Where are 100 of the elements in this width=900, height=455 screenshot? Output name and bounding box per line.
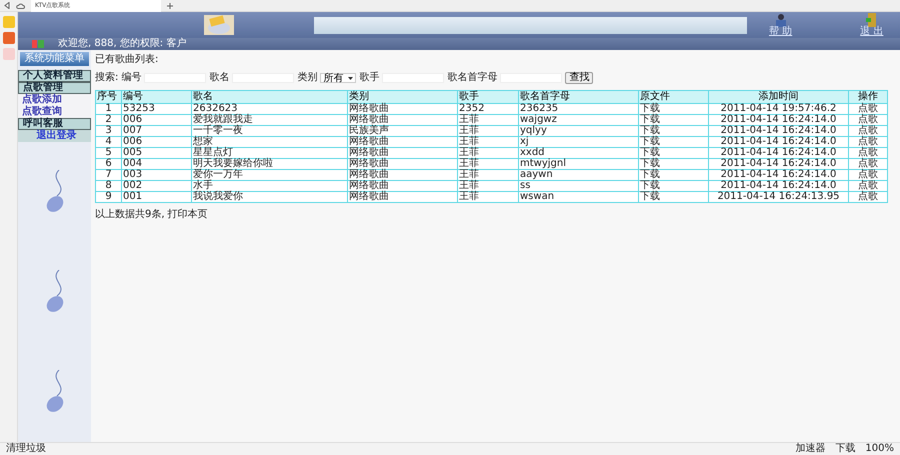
category-select[interactable]: 所有 xyxy=(320,73,356,83)
table-cell: 2011-04-14 16:24:14.0 xyxy=(708,148,848,158)
download-link[interactable]: 下载 xyxy=(638,158,708,170)
order-link[interactable]: 点歌 xyxy=(848,136,888,148)
column-header: 歌手 xyxy=(458,90,518,104)
person-icon xyxy=(774,13,787,27)
column-header: 编号 xyxy=(122,90,192,104)
table-cell: aaywn xyxy=(518,170,638,180)
column-header: 操作 xyxy=(848,90,888,104)
table-cell: 2632623 xyxy=(192,104,348,114)
table-cell: 王菲 xyxy=(458,114,518,126)
order-link[interactable]: 点歌 xyxy=(848,192,888,202)
order-link[interactable]: 点歌 xyxy=(848,158,888,170)
table-cell: 2011-04-14 16:24:14.0 xyxy=(708,136,848,148)
column-header: 歌名 xyxy=(192,90,348,104)
table-cell: 7 xyxy=(96,170,122,180)
table-cell: xj xyxy=(518,136,638,148)
table-cell: 网络歌曲 xyxy=(348,192,458,202)
order-link[interactable]: 点歌 xyxy=(848,126,888,136)
table-cell: 003 xyxy=(122,170,192,180)
table-cell: 006 xyxy=(122,114,192,126)
table-cell: 002 xyxy=(122,180,192,192)
table-cell: 006 xyxy=(122,136,192,148)
search-label: 搜索: xyxy=(95,72,118,84)
status-item[interactable]: 100% xyxy=(865,443,894,455)
table-cell: 想家 xyxy=(192,136,348,148)
table-cell: 2011-04-14 19:57:46.2 xyxy=(708,104,848,114)
download-link[interactable]: 下载 xyxy=(638,180,708,192)
menu-item[interactable]: 点歌查询 xyxy=(18,106,91,118)
table-cell: 一千零一夜 xyxy=(192,126,348,136)
table-cell: 王菲 xyxy=(458,148,518,158)
table-cell: 2 xyxy=(96,114,122,126)
table-cell: 004 xyxy=(122,158,192,170)
table-cell: 4 xyxy=(96,136,122,148)
table-cell: 王菲 xyxy=(458,126,518,136)
table-cell: 爱你一万年 xyxy=(192,170,348,180)
find-button[interactable]: 查找 xyxy=(565,72,594,84)
table-cell: 王菲 xyxy=(458,136,518,148)
table-cell: 网络歌曲 xyxy=(348,136,458,148)
table-cell: 2011-04-14 16:24:13.95 xyxy=(708,192,848,202)
menu-item[interactable]: 退出登录 xyxy=(18,130,91,142)
table-cell: 8 xyxy=(96,180,122,192)
table-cell: 明天我要嫁给你啦 xyxy=(192,158,348,170)
table-cell: 2011-04-14 16:24:14.0 xyxy=(708,170,848,180)
download-link[interactable]: 下载 xyxy=(638,136,708,148)
table-cell: 王菲 xyxy=(458,158,518,170)
column-header: 歌名首字母 xyxy=(518,90,638,104)
new-tab-icon[interactable] xyxy=(167,2,173,8)
table-cell: 1 xyxy=(96,104,122,114)
table-cell: 网络歌曲 xyxy=(348,104,458,114)
order-link[interactable]: 点歌 xyxy=(848,104,888,114)
order-link[interactable]: 点歌 xyxy=(848,114,888,126)
order-link[interactable]: 点歌 xyxy=(848,180,888,192)
table-cell: mtwyjgnl xyxy=(518,158,638,170)
page-title: 已有歌曲列表: xyxy=(95,54,160,66)
menu-item[interactable]: 个人资料管理 xyxy=(18,70,91,82)
status-item[interactable]: 加速器 xyxy=(795,443,826,455)
table-cell: 9 xyxy=(96,192,122,202)
table-cell: 2011-04-14 16:24:14.0 xyxy=(708,126,848,136)
table-cell: 王菲 xyxy=(458,180,518,192)
table-cell: xxdd xyxy=(518,148,638,158)
cloud-icon[interactable] xyxy=(16,2,25,8)
column-header: 原文件 xyxy=(638,90,708,104)
column-header: 类别 xyxy=(348,90,458,104)
field-label: 编号 xyxy=(121,72,142,84)
table-cell: 6 xyxy=(96,158,122,170)
table-cell: 001 xyxy=(122,192,192,202)
help-link[interactable]: 帮 助 xyxy=(769,27,792,37)
menu-item[interactable]: 呼叫客服 xyxy=(18,118,91,130)
table-cell: 网络歌曲 xyxy=(348,170,458,180)
table-cell: wswan xyxy=(518,192,638,202)
table-cell: 星星点灯 xyxy=(192,148,348,158)
table-cell: 005 xyxy=(122,148,192,158)
order-link[interactable]: 点歌 xyxy=(848,148,888,158)
status-item[interactable]: 下载 xyxy=(835,443,856,455)
download-link[interactable]: 下载 xyxy=(638,104,708,114)
table-cell: 2011-04-14 16:24:14.0 xyxy=(708,158,848,170)
menu-item[interactable]: 点歌管理 xyxy=(18,82,91,94)
order-link[interactable]: 点歌 xyxy=(848,170,888,180)
table-cell: 民族美声 xyxy=(348,126,458,136)
menu-item[interactable]: 点歌添加 xyxy=(18,94,91,106)
table-cell: 5 xyxy=(96,148,122,158)
menu-title: 系统功能菜单 xyxy=(20,52,89,66)
table-cell: 网络歌曲 xyxy=(348,158,458,170)
column-header: 序号 xyxy=(96,90,122,104)
table-cell: 王菲 xyxy=(458,170,518,180)
table-cell: 3 xyxy=(96,126,122,136)
dropdown-icon xyxy=(348,76,354,80)
download-link[interactable]: 下载 xyxy=(638,148,708,158)
download-link[interactable]: 下载 xyxy=(638,192,708,202)
download-link[interactable]: 下载 xyxy=(638,114,708,126)
field-label: 类别 xyxy=(297,72,318,84)
exit-link[interactable]: 退 出 xyxy=(860,27,884,37)
download-link[interactable]: 下载 xyxy=(638,170,708,180)
download-link[interactable]: 下载 xyxy=(638,126,708,136)
table-cell: 2352 xyxy=(458,104,518,114)
table-cell: 236235 xyxy=(518,104,638,114)
column-header: 添加时间 xyxy=(708,90,848,104)
back-icon[interactable] xyxy=(4,2,10,9)
table-cell: 王菲 xyxy=(458,192,518,202)
